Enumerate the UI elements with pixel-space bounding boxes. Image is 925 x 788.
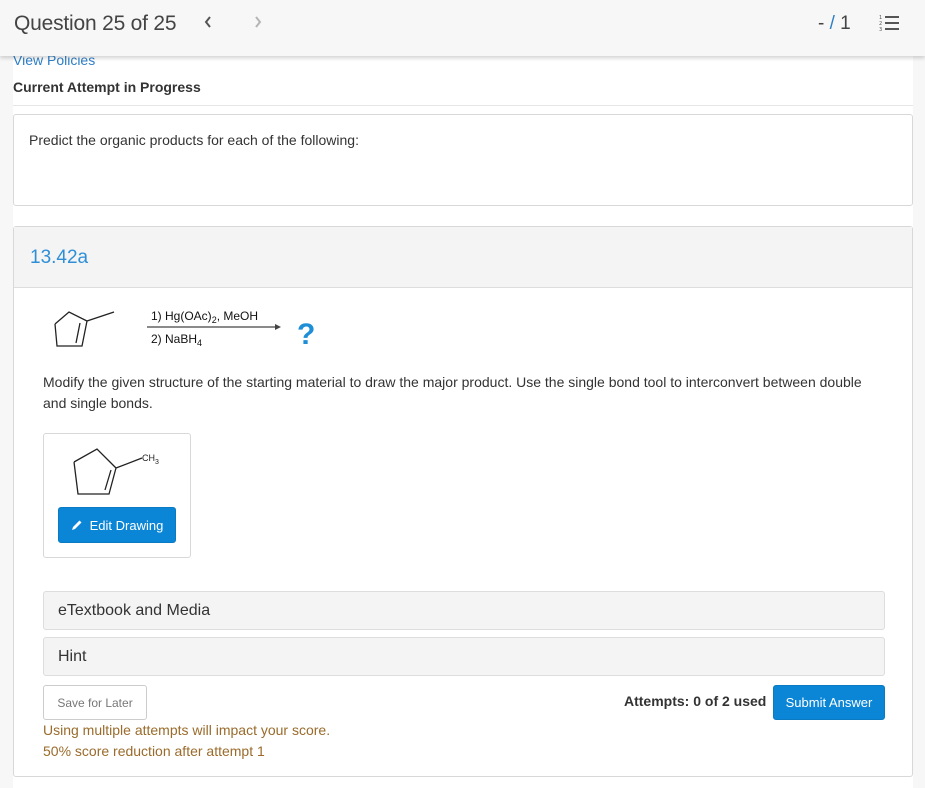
submit-answer-button[interactable]: Submit Answer — [773, 685, 885, 720]
question-prompt: Predict the organic products for each of… — [29, 132, 359, 148]
attempts-warning: Using multiple attempts will impact your… — [43, 722, 331, 738]
question-navigation-bar: Question 25 of 25 - / 1 1 2 3 — [0, 0, 925, 56]
score-reduction-notice: 50% score reduction after attempt 1 — [43, 743, 265, 759]
score-total: 1 — [840, 13, 851, 34]
attempt-status: Current Attempt in Progress — [13, 79, 201, 95]
attempts-counter: Attempts: 0 of 2 used — [624, 693, 767, 709]
question-part-panel: 13.42a 1) Hg(OAc)2, MeOH 2) NaBH4 ? Modi… — [13, 226, 913, 777]
reagent-step-2: 2) NaBH4 — [151, 332, 202, 348]
question-content: View Policies Current Attempt in Progres… — [13, 52, 913, 788]
reagent-step-1: 1) Hg(OAc)2, MeOH — [151, 309, 258, 325]
pencil-icon — [71, 520, 82, 530]
hint-label: Hint — [58, 648, 87, 665]
numbered-list-icon: 1 2 3 — [879, 15, 899, 33]
unknown-product-question-mark: ? — [297, 318, 315, 351]
structure-drawing-card: CH3 Edit Drawing — [43, 433, 191, 558]
page-gutter — [913, 56, 925, 788]
methyl-label: CH3 — [142, 453, 159, 466]
etextbook-media-accordion[interactable]: eTextbook and Media — [43, 591, 885, 630]
previous-question-button[interactable] — [203, 13, 213, 34]
reaction-scheme: 1) Hg(OAc)2, MeOH 2) NaBH4 ? — [39, 299, 339, 359]
svg-text:3: 3 — [879, 27, 882, 32]
question-part-header: 13.42a — [14, 227, 912, 288]
next-question-button[interactable] — [253, 13, 263, 34]
reaction-diagram: 1) Hg(OAc)2, MeOH 2) NaBH4 ? — [54, 309, 315, 351]
chevron-right-icon — [255, 16, 262, 28]
question-part-id: 13.42a — [30, 247, 89, 268]
etextbook-media-label: eTextbook and Media — [58, 602, 211, 619]
edit-drawing-label: Edit Drawing — [89, 517, 164, 533]
question-counter: Question 25 of 25 — [14, 12, 177, 35]
molecule-drawing[interactable]: CH3 — [64, 442, 174, 497]
score-separator: / — [824, 13, 841, 34]
divider — [13, 105, 913, 106]
save-for-later-button[interactable]: Save for Later — [43, 685, 147, 720]
question-instructions: Modify the given structure of the starti… — [43, 374, 862, 411]
question-prompt-panel: Predict the organic products for each of… — [13, 114, 913, 206]
chevron-left-icon — [204, 16, 211, 28]
question-list-button[interactable]: 1 2 3 — [879, 14, 901, 33]
hint-accordion[interactable]: Hint — [43, 637, 885, 676]
methylcyclopentene-structure — [54, 311, 115, 347]
question-score: - / 1 — [818, 13, 851, 35]
edit-drawing-button[interactable]: Edit Drawing — [58, 507, 176, 543]
